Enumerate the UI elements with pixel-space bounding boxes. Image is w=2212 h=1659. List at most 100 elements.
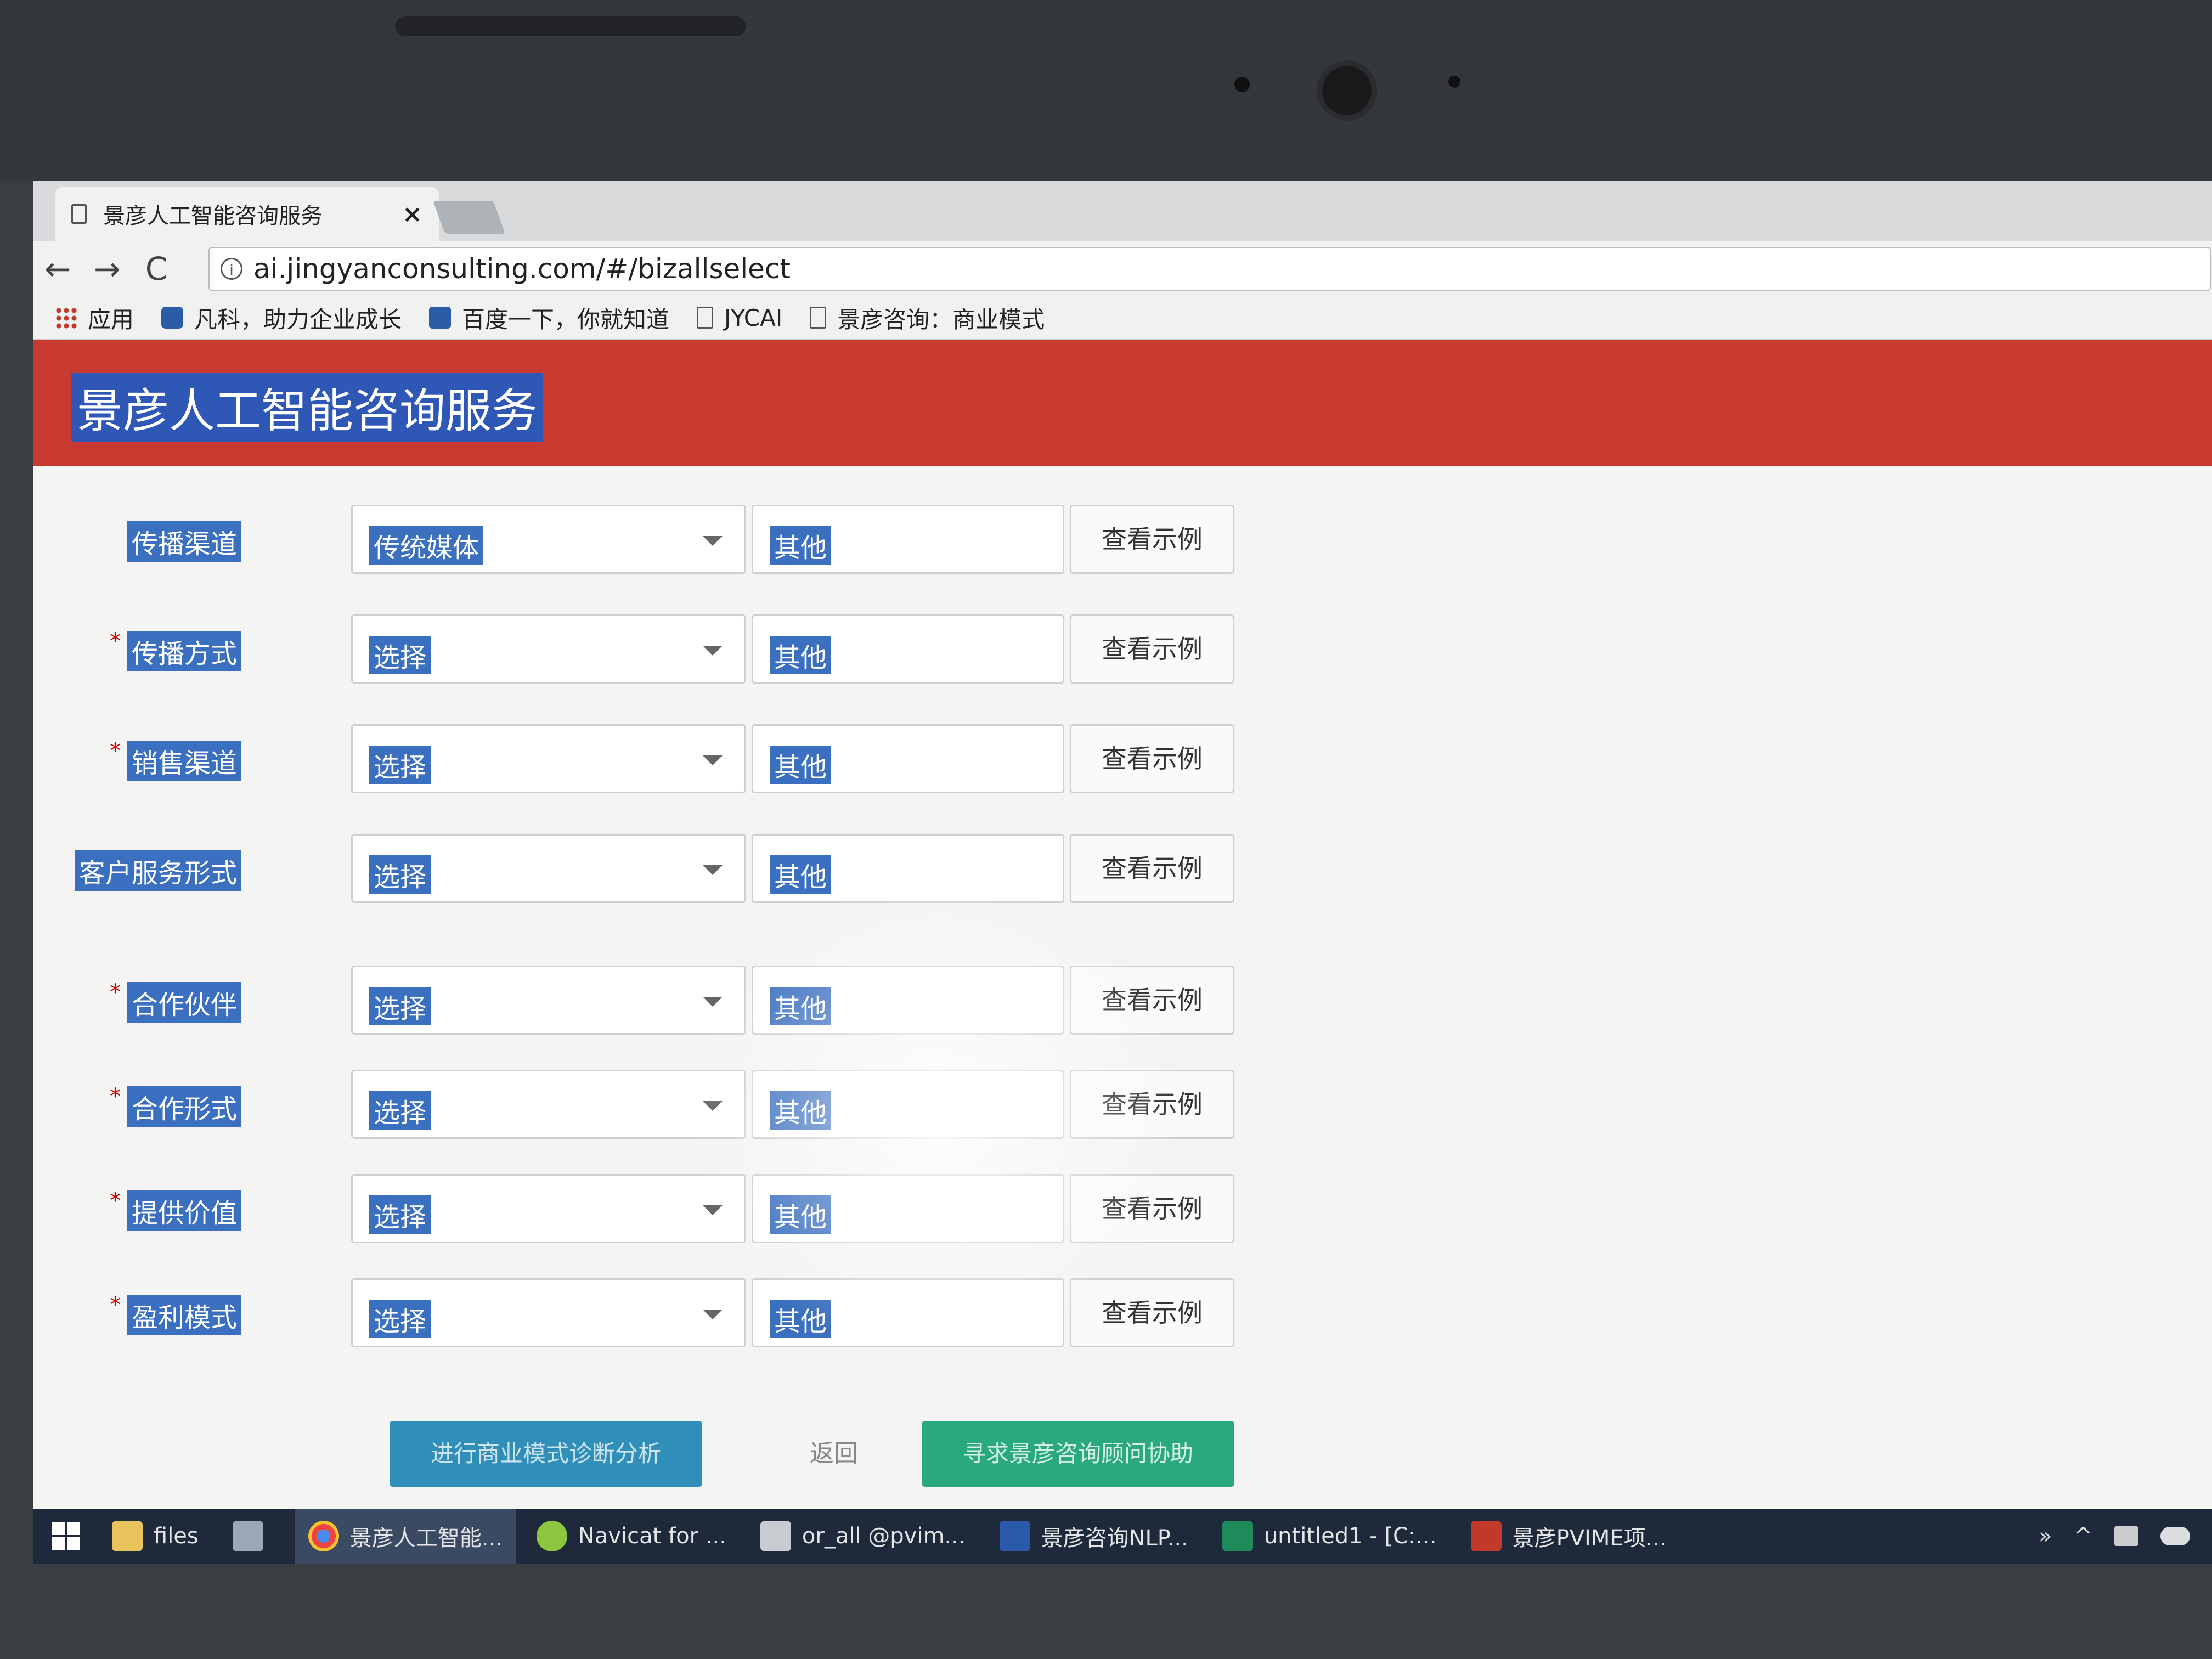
page-title: 景彦人工智能咨询服务	[71, 373, 544, 442]
field-label: 提供价值	[127, 1190, 241, 1231]
view-example-button[interactable]: 查看示例	[1070, 1174, 1234, 1243]
forward-icon[interactable]: →	[82, 250, 132, 287]
category-select[interactable]: 选择	[351, 1174, 746, 1243]
bookmark-label: JYCAI	[724, 304, 783, 331]
other-input[interactable]: 其他	[752, 1070, 1064, 1139]
page-icon	[810, 307, 827, 329]
view-example-button[interactable]: 查看示例	[1070, 1278, 1234, 1347]
other-input[interactable]: 其他	[752, 724, 1064, 793]
webcam-icon	[1317, 60, 1377, 121]
field-label: 传播渠道	[127, 521, 241, 562]
other-input[interactable]: 其他	[752, 1278, 1064, 1347]
select-value: 选择	[369, 746, 431, 784]
system-tray: » ^	[2039, 1509, 2190, 1564]
taskbar-label: Navicat for ...	[578, 1523, 726, 1549]
close-tab-icon[interactable]: ×	[402, 200, 422, 228]
bezel-slot	[395, 16, 746, 36]
category-select[interactable]: 传统媒体	[351, 505, 746, 574]
consultant-help-button[interactable]: 寻求景彦咨询顾问协助	[922, 1421, 1234, 1487]
folder-icon	[112, 1521, 143, 1551]
other-input[interactable]: 其他	[752, 834, 1064, 903]
url-text[interactable]: ai.jingyanconsulting.com/#/bizallselect	[253, 253, 791, 285]
network-icon[interactable]	[2114, 1526, 2138, 1546]
view-example-button[interactable]: 查看示例	[1070, 1070, 1234, 1139]
other-value: 其他	[770, 526, 832, 565]
required-marker: *	[110, 738, 121, 764]
other-value: 其他	[770, 1300, 832, 1338]
category-select[interactable]: 选择	[351, 724, 746, 793]
bookmark-fanke[interactable]: 凡科，助力企业成长	[161, 301, 402, 335]
address-bar[interactable]: i ai.jingyanconsulting.com/#/bizallselec…	[208, 247, 2211, 291]
other-input[interactable]: 其他	[752, 1174, 1064, 1243]
select-value: 选择	[369, 1300, 431, 1338]
bookmark-baidu[interactable]: 百度一下，你就知道	[429, 301, 669, 335]
taskbar-item[interactable]: 景彦PVIME项...	[1458, 1509, 1680, 1564]
taskbar-label: 景彦人工智能...	[349, 1526, 503, 1551]
browser-tab[interactable]: 景彦人工智能咨询服务 ×	[55, 187, 439, 241]
other-input[interactable]: 其他	[752, 966, 1064, 1035]
laptop-bezel-bottom	[0, 1564, 2212, 1659]
bookmark-jycai[interactable]: JYCAI	[697, 304, 782, 331]
taskbar-item[interactable]	[219, 1509, 287, 1564]
app-icon	[232, 1521, 263, 1551]
field-label: 合作形式	[127, 1086, 241, 1127]
chevron-down-icon	[703, 1310, 723, 1319]
other-value: 其他	[770, 746, 832, 784]
back-button[interactable]: 返回	[795, 1421, 872, 1487]
view-example-button[interactable]: 查看示例	[1070, 834, 1234, 903]
overflow-icon[interactable]: »	[2039, 1523, 2052, 1549]
fanke-icon	[161, 307, 184, 329]
chevron-down-icon	[703, 536, 723, 546]
view-example-button[interactable]: 查看示例	[1070, 966, 1234, 1035]
taskbar-item[interactable]: untitled1 - [C:...	[1209, 1509, 1450, 1564]
other-value: 其他	[770, 1091, 832, 1130]
chevron-down-icon	[703, 997, 723, 1007]
field-label: 传播方式	[127, 631, 241, 672]
required-marker: *	[110, 980, 121, 1005]
windows-logo-icon	[52, 1522, 80, 1550]
reload-icon[interactable]: C	[132, 250, 181, 287]
taskbar: files 景彦人工智能... Navicat for ... or_all @…	[33, 1509, 2212, 1564]
chevron-down-icon	[703, 865, 723, 875]
taskbar-item[interactable]: 景彦人工智能...	[295, 1509, 516, 1564]
select-value: 选择	[369, 636, 431, 674]
category-select[interactable]: 选择	[351, 614, 746, 684]
other-input[interactable]: 其他	[752, 505, 1064, 574]
bookmark-apps[interactable]: 应用	[55, 301, 134, 335]
field-label: 合作伙伴	[127, 982, 241, 1023]
info-icon[interactable]: i	[221, 258, 242, 280]
form-row: * 传播方式 选择 其他 查看示例	[33, 614, 1350, 686]
view-example-button[interactable]: 查看示例	[1070, 724, 1234, 793]
cloud-icon[interactable]	[2160, 1527, 2190, 1545]
form-row: * 盈利模式 选择 其他 查看示例	[33, 1278, 1350, 1350]
form-row: * 合作伙伴 选择 其他 查看示例	[33, 966, 1350, 1037]
back-icon[interactable]: ←	[33, 250, 82, 287]
category-select[interactable]: 选择	[351, 966, 746, 1035]
category-select[interactable]: 选择	[351, 834, 746, 903]
analyze-button[interactable]: 进行商业模式诊断分析	[390, 1421, 702, 1487]
taskbar-label: untitled1 - [C:...	[1263, 1523, 1437, 1549]
required-marker: *	[110, 1188, 121, 1214]
taskbar-item[interactable]: 景彦咨询NLP...	[986, 1509, 1201, 1564]
form-row: * 合作形式 选择 其他 查看示例	[33, 1070, 1350, 1141]
start-button[interactable]	[33, 1509, 99, 1564]
bookmark-label: 景彦咨询：商业模式	[837, 306, 1045, 333]
taskbar-item[interactable]: files	[99, 1509, 212, 1564]
other-input[interactable]: 其他	[752, 614, 1064, 684]
taskbar-item[interactable]: Navicat for ...	[523, 1509, 740, 1564]
category-select[interactable]: 选择	[351, 1278, 746, 1347]
view-example-button[interactable]: 查看示例	[1070, 505, 1234, 574]
bookmark-jingyan[interactable]: 景彦咨询：商业模式	[810, 301, 1045, 335]
form-row: * 提供价值 选择 其他 查看示例	[33, 1174, 1350, 1245]
view-example-button[interactable]: 查看示例	[1070, 614, 1234, 684]
bookmarks-bar: 应用 凡科，助力企业成长 百度一下，你就知道 JYCAI 景彦咨询：商业模式	[33, 296, 2212, 340]
taskbar-item[interactable]: or_all @pvim...	[747, 1509, 979, 1564]
new-tab-button[interactable]	[433, 201, 505, 234]
taskbar-label: files	[154, 1523, 199, 1549]
pdf-icon	[1470, 1521, 1502, 1551]
category-select[interactable]: 选择	[351, 1070, 746, 1139]
chevron-up-icon[interactable]: ^	[2074, 1523, 2092, 1549]
form-row: 传播渠道 传统媒体 其他 查看示例	[33, 505, 1350, 576]
select-value: 选择	[369, 1091, 431, 1130]
tab-strip: 景彦人工智能咨询服务 ×	[33, 181, 2212, 241]
